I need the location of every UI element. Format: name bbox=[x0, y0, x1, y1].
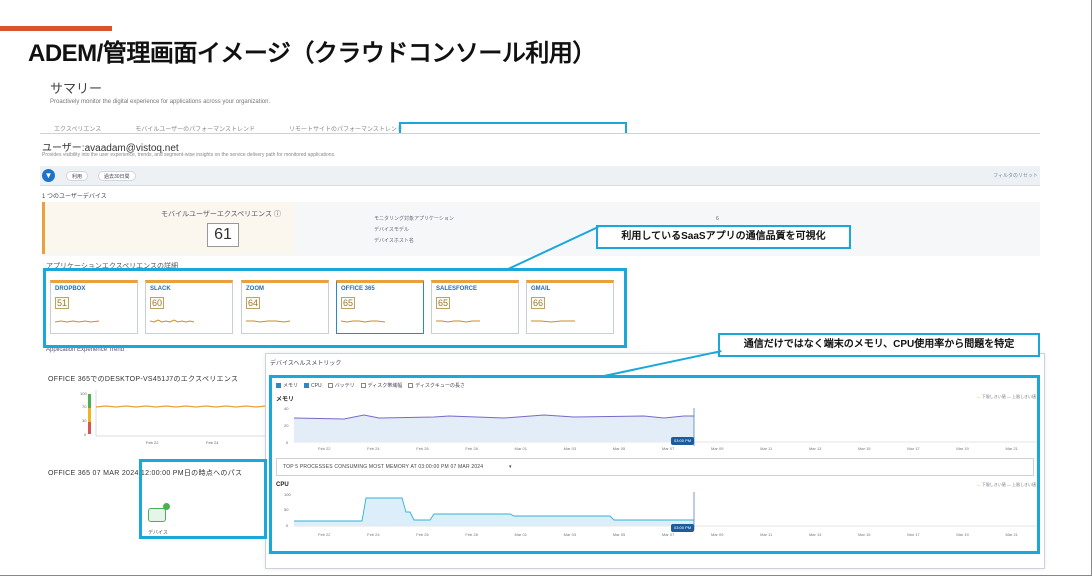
chevron-down-icon: ▾ bbox=[509, 464, 512, 470]
memory-chart-label: メモリ bbox=[276, 397, 295, 403]
device-meta: モニタリング対象アプリケーション デバイスモデル デバイスホスト名 bbox=[374, 216, 454, 244]
mini-y-100: 100 bbox=[80, 391, 87, 396]
app-card-zoom[interactable]: ZOOM 64 bbox=[241, 280, 329, 334]
memory-time-marker: 03:00 PM bbox=[671, 437, 695, 445]
device-status-dot bbox=[163, 503, 170, 510]
device-node-icon[interactable] bbox=[148, 508, 166, 522]
app-experience-title: アプリケーションエクスペリエンスの詳細 bbox=[46, 263, 179, 270]
memory-x-axis: Feb 22 Feb 24 Feb 26 Feb 28 Mar 01 Mar 03 Mar … bbox=[318, 446, 1018, 451]
check-disk-bandwidth[interactable]: ディスク帯域幅 bbox=[360, 382, 402, 389]
summary-subtitle: Proactively monitor the digital experien… bbox=[50, 99, 271, 105]
filter-chip-usage[interactable]: 利用 bbox=[66, 171, 89, 181]
app-experience-trend-link[interactable]: Application Experience Trend bbox=[46, 347, 124, 353]
metric-checkboxes: メモリ CPU バッテリ ディスク帯域幅 ディスクキューの長さ bbox=[276, 382, 465, 389]
mini-x-2: Feb 24 bbox=[206, 440, 219, 445]
info-icon: ⓘ bbox=[273, 211, 281, 218]
mem-y-20: 20 bbox=[284, 423, 289, 428]
accent-bar bbox=[0, 26, 112, 31]
app-card-gmail[interactable]: GMAIL 66 bbox=[526, 280, 614, 334]
check-disk-queue[interactable]: ディスクキューの長さ bbox=[408, 382, 465, 389]
tab-mobile-trend[interactable]: モバイルユーザーのパフォーマンストレンド bbox=[135, 124, 255, 133]
callout-saas: 利用しているSaaSアプリの通信品質を可視化 bbox=[596, 225, 851, 249]
mini-y-30: 30 bbox=[82, 418, 87, 423]
device-health-title: デバイスヘルスメトリック bbox=[270, 361, 342, 367]
filter-chip-range[interactable]: 過去30日間 bbox=[98, 171, 136, 181]
callout-device: 通信だけではなく端末のメモリ、CPU使用率から問題を特定 bbox=[718, 333, 1040, 357]
app-card-office365[interactable]: OFFICE 365 65 bbox=[336, 280, 424, 334]
cpu-x-axis: Feb 22 Feb 24 Feb 26 Feb 28 Mar 01 Mar 03 Mar … bbox=[318, 532, 1018, 537]
check-memory[interactable]: メモリ bbox=[276, 382, 298, 389]
mobile-ux-card: モバイルユーザーエクスペリエンス ⓘ 61 bbox=[42, 202, 294, 254]
cpu-y-50: 50 bbox=[284, 507, 289, 512]
cpu-time-marker: 03:00 PM bbox=[671, 524, 695, 532]
o365-device-title: OFFICE 365でのDESKTOP-VS451J7のエクスペリエンス bbox=[48, 376, 239, 383]
check-battery[interactable]: バッテリ bbox=[327, 382, 355, 389]
cpu-chart: 100 50 0 bbox=[284, 492, 1036, 530]
cpu-legend: — 下限しきい値 — 上限しきい値 bbox=[976, 482, 1036, 487]
filter-reset-link[interactable]: フィルタのリセット bbox=[993, 172, 1038, 179]
summary-heading: サマリー bbox=[50, 81, 103, 96]
summary-tabs: エクスペリエンス モバイルユーザーのパフォーマンストレンド リモートサイトのパフ… bbox=[54, 124, 403, 133]
filter-bar: ▼ 利用 過去30日間 フィルタのリセット bbox=[40, 166, 1040, 186]
o365-path-title: OFFICE 365 07 MAR 2024 12:00:00 PM日の時点への… bbox=[48, 470, 243, 477]
device-health-panel: デバイスヘルスメトリック メモリ CPU バッテリ ディスク帯域幅 ディスクキュ… bbox=[265, 353, 1045, 569]
slide: ADEM/管理画面イメージ（クラウドコンソール利用） サマリー Proactiv… bbox=[0, 0, 1092, 576]
mini-y-70: 70 bbox=[82, 404, 87, 409]
filter-icon[interactable]: ▼ bbox=[42, 169, 55, 182]
device-meta-value: 6 bbox=[716, 216, 719, 222]
top-processes-dropdown[interactable]: TOP 5 PROCESSES CONSUMING MOST MEMORY AT… bbox=[276, 458, 1034, 476]
device-count: 1 つのユーザーデバイス bbox=[42, 194, 107, 200]
cpu-y-0: 0 bbox=[286, 523, 289, 528]
cpu-chart-label: CPU bbox=[276, 482, 289, 488]
mobile-ux-label: モバイルユーザーエクスペリエンス ⓘ bbox=[161, 211, 281, 218]
device-node-label: デバイス bbox=[148, 530, 168, 536]
check-cpu[interactable]: CPU bbox=[304, 383, 322, 389]
mini-y-0: 0 bbox=[84, 432, 87, 437]
mem-y-0: 0 bbox=[286, 440, 289, 445]
cpu-y-100: 100 bbox=[284, 492, 291, 497]
app-card-salesforce[interactable]: SALESFORCE 65 bbox=[431, 280, 519, 334]
app-card-dropbox[interactable]: DROPBOX 51 bbox=[50, 280, 138, 334]
o365-trend-chart: 100 70 30 0 Feb 22 Feb 24 Feb 26 bbox=[80, 390, 291, 445]
slide-title: ADEM/管理画面イメージ（クラウドコンソール利用） bbox=[28, 40, 596, 67]
mobile-ux-score: 61 bbox=[207, 223, 239, 247]
summary-screen: サマリー Proactively monitor the digital exp… bbox=[40, 66, 862, 136]
mem-y-40: 40 bbox=[284, 406, 289, 411]
tab-remote-trend[interactable]: リモートサイトのパフォーマンストレンド bbox=[289, 124, 403, 133]
user-subtitle: Provides visibility into the user experi… bbox=[42, 152, 336, 158]
memory-chart: 40 20 0 bbox=[284, 406, 1036, 446]
tab-experience[interactable]: エクスペリエンス bbox=[54, 124, 101, 133]
app-card-slack[interactable]: SLACK 60 bbox=[145, 280, 233, 334]
mini-x-1: Feb 22 bbox=[146, 440, 159, 445]
memory-legend: — 下限しきい値 — 上限しきい値 bbox=[976, 394, 1036, 399]
